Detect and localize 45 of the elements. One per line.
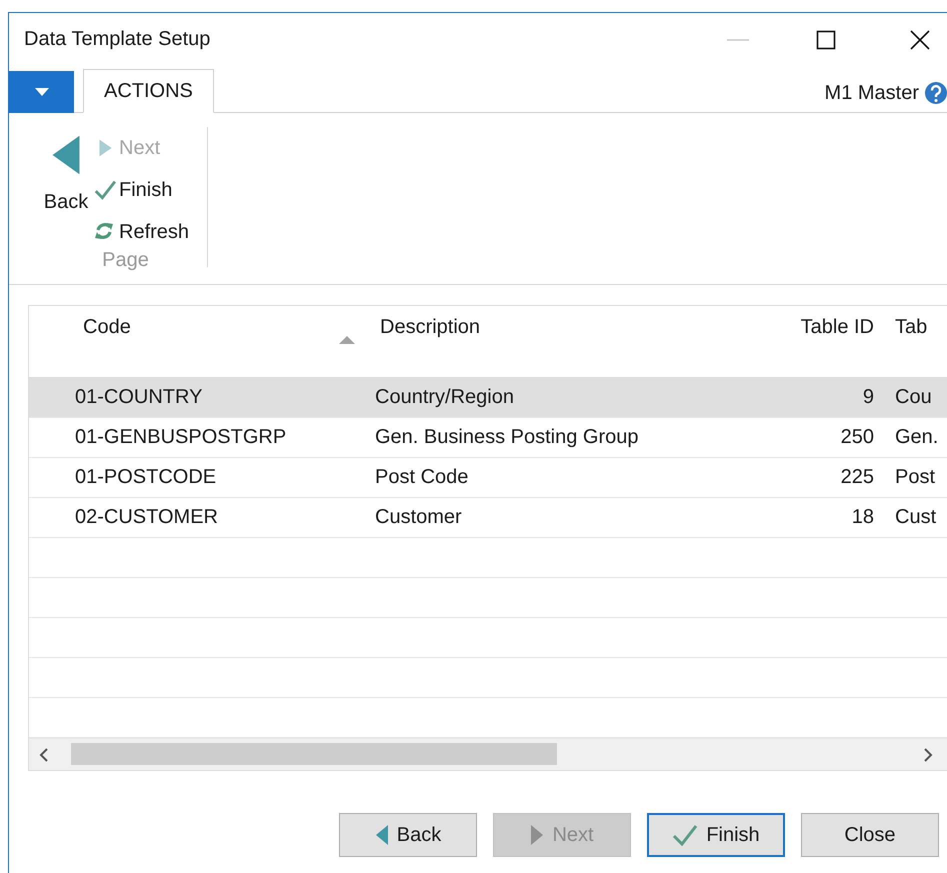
checkmark-icon	[94, 179, 116, 201]
close-icon[interactable]	[910, 30, 930, 50]
table-row[interactable]: 01-COUNTRY Country/Region 9 Cou	[29, 378, 947, 418]
caret-icon	[34, 88, 48, 96]
table-cell: Cou	[895, 386, 932, 408]
table-row[interactable]: 01-POSTCODE Post Code 225 Post	[29, 458, 947, 498]
ribbon-action-button[interactable]: Finish	[94, 169, 190, 211]
table-cell: 01-COUNTRY	[75, 386, 202, 408]
horizontal-scrollbar[interactable]	[29, 738, 947, 770]
column-header[interactable]: Code	[83, 316, 131, 339]
help-icon[interactable]	[925, 81, 947, 105]
dialog-button[interactable]: Close	[801, 813, 939, 857]
ribbon-tab[interactable]: ACTIONS	[83, 69, 214, 113]
company-name: M1 Master	[824, 82, 919, 104]
dialog-button[interactable]: Finish	[647, 813, 785, 857]
table-cell: 02-CUSTOMER	[75, 506, 218, 528]
column-header[interactable]: Table ID	[800, 316, 874, 339]
column-header[interactable]: Tab	[895, 316, 928, 339]
dialog-button[interactable]: Back	[339, 813, 477, 857]
table-row[interactable]: 01-GENBUSPOSTGRP Gen. Business Posting Group 250 Gen.	[29, 418, 947, 458]
table-cell: Post	[895, 466, 936, 488]
table-cell: 18	[852, 506, 874, 528]
scrollbar-thumb[interactable]	[71, 743, 557, 765]
scroll-right-icon	[923, 748, 933, 762]
table-cell: Gen. Business Posting Group	[375, 426, 638, 448]
table-row[interactable]: 02-CUSTOMER Customer 18 Cust	[29, 498, 947, 538]
table-cell: 250	[840, 426, 874, 448]
table-cell: Gen.	[895, 426, 938, 448]
checkmark-icon	[672, 824, 698, 846]
table-cell: 9	[862, 386, 874, 408]
table-cell: 225	[840, 466, 874, 488]
maximize-icon[interactable]	[816, 30, 836, 50]
next-triangle-icon	[530, 824, 544, 846]
back-triangle-icon	[374, 824, 389, 846]
column-header[interactable]: Description	[380, 316, 480, 339]
table-cell: Post Code	[375, 466, 468, 488]
window-title: Data Template Setup	[24, 28, 212, 51]
table-cell: 01-GENBUSPOSTGRP	[75, 426, 286, 448]
scroll-left-icon	[39, 748, 49, 762]
menu-dropdown-button[interactable]	[9, 71, 74, 113]
table-cell: 01-POSTCODE	[75, 466, 216, 488]
table-cell: Customer	[375, 506, 462, 528]
table-cell: Cust	[895, 506, 936, 528]
back-action-button[interactable]: Back	[42, 127, 90, 253]
table-cell: Country/Region	[375, 386, 514, 408]
